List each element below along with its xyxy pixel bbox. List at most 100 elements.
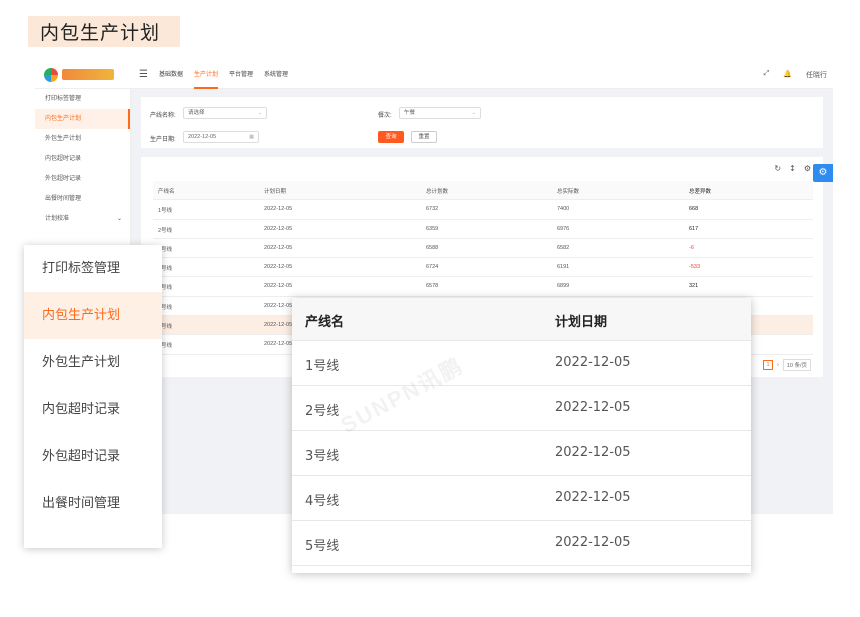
table-cell: 5号线: [305, 539, 340, 554]
table-cell: 2022-12-05: [555, 445, 631, 460]
table-cell: 6588: [426, 244, 439, 251]
table-row[interactable]: 4号线 2022-12-05 6724 6191 -533: [153, 258, 813, 278]
bell-icon[interactable]: 🔔: [783, 70, 792, 80]
zoom-table-row[interactable]: 4号线 2022-12-05: [292, 476, 751, 521]
table-cell: 2022-12-05: [264, 341, 293, 348]
table-cell: 7400: [557, 206, 570, 213]
line-name-label: 产线名称:: [150, 113, 176, 119]
shift-value: 午餐: [404, 110, 416, 116]
sidebar-item-print-labels[interactable]: 打印标签管理: [35, 89, 130, 109]
chevron-down-icon: ⌄: [471, 110, 476, 116]
zoom-sidebar-item[interactable]: 内包超时记录: [24, 386, 162, 433]
next-page-icon[interactable]: ›: [777, 362, 779, 368]
nav-platform-management[interactable]: 平台管理: [229, 62, 253, 89]
query-button[interactable]: 查询: [378, 131, 404, 143]
fullscreen-icon[interactable]: ⤢: [764, 70, 770, 80]
shift-select[interactable]: 午餐 ⌄: [399, 107, 481, 119]
settings-gear-icon[interactable]: ⚙: [813, 164, 833, 182]
column-header[interactable]: 总差异数: [689, 187, 711, 195]
zoom-sidebar-item[interactable]: 外包超时记录: [24, 433, 162, 480]
zoom-sidebar-item[interactable]: 内包生产计划: [24, 292, 162, 339]
sidebar-item-inner-production[interactable]: 内包生产计划: [35, 109, 130, 129]
table-cell: 2022-12-05: [555, 490, 631, 505]
sidebar-item-outer-production[interactable]: 外包生产计划: [35, 129, 130, 149]
table-cell: 2022-12-05: [264, 264, 293, 271]
column-height-icon[interactable]: ↕: [789, 164, 796, 173]
table-cell: -6: [689, 244, 694, 251]
reset-button[interactable]: 重置: [411, 131, 437, 143]
column-header[interactable]: 计划日期: [264, 187, 286, 195]
table-cell: 617: [689, 225, 699, 232]
zoomed-table: 产线名 计划日期 1号线 2022-12-05 2号线 2022-12-05 3号线 2022…: [292, 298, 751, 573]
table-cell: 6582: [557, 244, 570, 251]
sidebar-item-inner-timeout[interactable]: 内包超时记录: [35, 149, 130, 169]
nav-production-plan[interactable]: 生产计划: [194, 62, 219, 89]
table-cell: 2022-12-05: [264, 283, 293, 290]
table-cell: -533: [689, 264, 701, 271]
sidebar-item-meal-time[interactable]: 出餐时间管理: [35, 189, 130, 209]
table-cell: 2022-12-05: [264, 302, 293, 309]
table-cell: 6191: [557, 264, 570, 271]
zoom-table-row[interactable]: 3号线 2022-12-05: [292, 431, 751, 476]
logo-wordmark: [62, 69, 114, 80]
line-name-select[interactable]: 请选择 ⌄: [183, 107, 267, 119]
refresh-icon[interactable]: ↻: [774, 164, 781, 173]
top-right-tools: ⤢ 🔔 任晓行: [764, 70, 827, 80]
table-row[interactable]: 3号线 2022-12-05 6588 6582 -6: [153, 239, 813, 259]
table-cell: 6359: [426, 225, 439, 232]
column-header[interactable]: 产线名: [305, 311, 344, 330]
table-row[interactable]: 1号线 2022-12-05 6732 7400 668: [153, 200, 813, 220]
sidebar-item-plan-calibration[interactable]: 计划校准 ⌄: [35, 209, 130, 229]
zoom-table-row[interactable]: 1号线 2022-12-05: [292, 341, 751, 386]
top-bar: ☰ 基础数据 生产计划 平台管理 系统管理 ⤢ 🔔 任晓行: [35, 62, 833, 89]
zoom-table-header-row: 产线名 计划日期: [292, 298, 751, 341]
table-cell: 6976: [557, 225, 570, 232]
line-name-placeholder: 请选择: [188, 110, 205, 116]
calendar-icon: ▦: [249, 134, 254, 140]
date-label: 生产日期:: [150, 137, 176, 143]
date-picker[interactable]: 2022-12-05 ▦: [183, 131, 259, 143]
table-cell: 2022-12-05: [555, 535, 631, 550]
column-header[interactable]: 产线名: [158, 187, 175, 195]
zoom-sidebar-item[interactable]: 打印标签管理: [24, 245, 162, 292]
page-size-select[interactable]: 10 条/页: [782, 359, 811, 371]
zoom-sidebar-item[interactable]: 出餐时间管理: [24, 480, 162, 527]
nav-basic-data[interactable]: 基础数据: [159, 62, 183, 89]
table-cell: 2022-12-05: [264, 244, 293, 251]
page-title: 内包生产计划: [40, 22, 161, 44]
table-row[interactable]: 2号线 2022-12-05 6359 6976 617: [153, 220, 813, 239]
chevron-down-icon: ⌄: [257, 110, 262, 116]
column-header[interactable]: 总实际数: [557, 187, 579, 195]
table-row[interactable]: 5号线 2022-12-05 6578 6899 321: [153, 277, 813, 297]
zoom-sidebar-item[interactable]: 外包生产计划: [24, 339, 162, 386]
page-title-banner: 内包生产计划: [28, 16, 180, 47]
table-cell: 321: [689, 283, 699, 290]
zoom-sidebar-item[interactable]: 计划校准: [24, 527, 162, 548]
table-cell: 2022-12-05: [555, 355, 631, 370]
column-header[interactable]: 总计划数: [426, 187, 448, 195]
sidebar-item-label: 计划校准: [45, 216, 70, 222]
table-cell: 2022-12-05: [264, 225, 293, 232]
user-name[interactable]: 任晓行: [806, 70, 827, 80]
table-cell: 6578: [426, 283, 439, 290]
page-number[interactable]: 1: [762, 360, 773, 370]
zoom-table-row[interactable]: 5号线 2022-12-05: [292, 521, 751, 566]
column-header[interactable]: 计划日期: [555, 311, 607, 330]
table-cell: 2022-12-05: [264, 206, 293, 213]
logo-icon: [44, 68, 58, 82]
table-cell: 2022-12-05: [555, 400, 631, 415]
gear-icon[interactable]: ⚙: [804, 164, 811, 173]
table-cell: 3号线: [305, 449, 340, 464]
nav-system-management[interactable]: 系统管理: [264, 62, 288, 89]
table-cell: 6732: [426, 206, 439, 213]
filter-panel: 产线名称: 请选择 ⌄ 餐次: 午餐 ⌄ 生产日期: 2022-12-05 ▦ …: [141, 97, 823, 148]
top-nav: 基础数据 生产计划 平台管理 系统管理: [159, 62, 288, 89]
table-cell: 6899: [557, 283, 570, 290]
table-cell: 668: [689, 206, 699, 213]
table-cell: 4号线: [305, 494, 340, 509]
table-cell: 1号线: [158, 208, 173, 215]
menu-toggle-icon[interactable]: ☰: [139, 69, 148, 80]
sidebar-item-outer-timeout[interactable]: 外包超时记录: [35, 169, 130, 189]
table-header-row: 产线名 计划日期 总计划数 总实际数 总差异数: [153, 181, 813, 201]
chevron-down-icon: ⌄: [116, 216, 122, 222]
